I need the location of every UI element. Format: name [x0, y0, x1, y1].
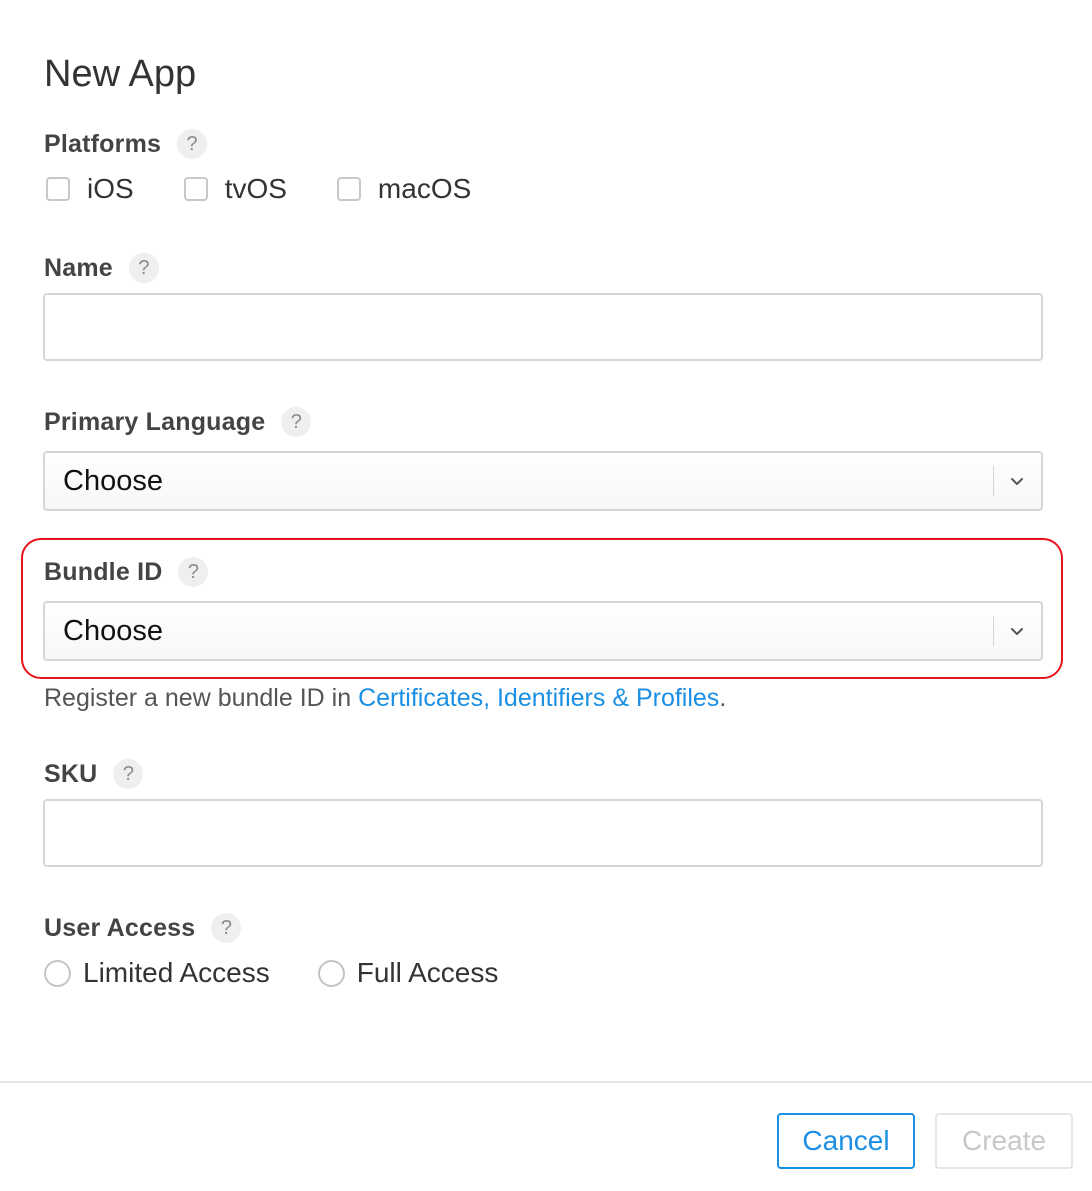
bundle-id-label: Bundle ID: [44, 557, 163, 586]
chevron-down-icon: [1011, 478, 1023, 485]
bundle-id-selected-value: Choose: [63, 615, 163, 647]
platforms-label: Platforms: [44, 129, 162, 158]
footer-divider: [0, 1081, 1092, 1083]
name-label-row: Name ?: [44, 252, 159, 284]
platform-macos-option[interactable]: macOS: [336, 173, 472, 205]
user-access-help-icon[interactable]: ?: [211, 913, 242, 943]
sku-help-icon[interactable]: ?: [113, 759, 144, 789]
cancel-button[interactable]: Cancel: [777, 1113, 915, 1169]
select-divider: [993, 616, 994, 646]
primary-language-selected-value: Choose: [63, 465, 163, 497]
platform-macos-label: macOS: [377, 173, 472, 204]
bundle-id-select[interactable]: Choose: [43, 601, 1043, 661]
platform-macos-checkbox[interactable]: [336, 177, 361, 201]
sku-label: SKU: [44, 759, 98, 788]
platform-ios-checkbox[interactable]: [46, 177, 70, 201]
bundle-id-hint-suffix: .: [719, 684, 727, 712]
bundle-id-help-icon[interactable]: ?: [178, 557, 209, 587]
full-access-option[interactable]: Full Access: [317, 957, 499, 989]
select-divider: [993, 466, 994, 496]
name-input[interactable]: [43, 293, 1043, 361]
bundle-id-hint-prefix: Register a new bundle ID in: [44, 684, 359, 712]
full-access-radio[interactable]: [317, 959, 345, 987]
platform-ios-label: iOS: [87, 173, 134, 204]
platforms-options: iOS tvOS macOS: [46, 172, 521, 206]
user-access-options: Limited Access Full Access: [44, 955, 546, 991]
full-access-label: Full Access: [356, 957, 499, 988]
primary-language-help-icon[interactable]: ?: [281, 407, 312, 437]
platforms-label-row: Platforms ?: [44, 128, 208, 160]
limited-access-option[interactable]: Limited Access: [44, 957, 270, 989]
user-access-label-row: User Access ?: [44, 912, 242, 944]
platform-ios-option[interactable]: iOS: [46, 173, 134, 205]
platform-tvos-label: tvOS: [224, 173, 287, 204]
primary-language-select[interactable]: Choose: [43, 451, 1043, 511]
sku-input[interactable]: [43, 799, 1043, 867]
platforms-help-icon[interactable]: ?: [177, 129, 208, 159]
primary-language-label-row: Primary Language ?: [44, 406, 312, 438]
sku-label-row: SKU ?: [44, 758, 144, 790]
user-access-label: User Access: [44, 913, 196, 942]
dialog-title: New App: [44, 53, 197, 95]
platform-tvos-checkbox[interactable]: [183, 177, 208, 201]
limited-access-radio[interactable]: [44, 959, 71, 987]
bundle-id-hint: Register a new bundle ID in Certificates…: [44, 682, 726, 714]
name-help-icon[interactable]: ?: [128, 253, 159, 283]
primary-language-label: Primary Language: [44, 407, 266, 436]
platform-tvos-option[interactable]: tvOS: [183, 173, 287, 205]
chevron-down-icon: [1011, 628, 1023, 635]
certificates-link[interactable]: Certificates, Identifiers & Profiles: [358, 684, 719, 712]
bundle-id-label-row: Bundle ID ?: [44, 556, 209, 588]
limited-access-label: Limited Access: [83, 957, 270, 988]
create-button[interactable]: Create: [935, 1113, 1073, 1169]
name-label: Name: [44, 253, 113, 282]
